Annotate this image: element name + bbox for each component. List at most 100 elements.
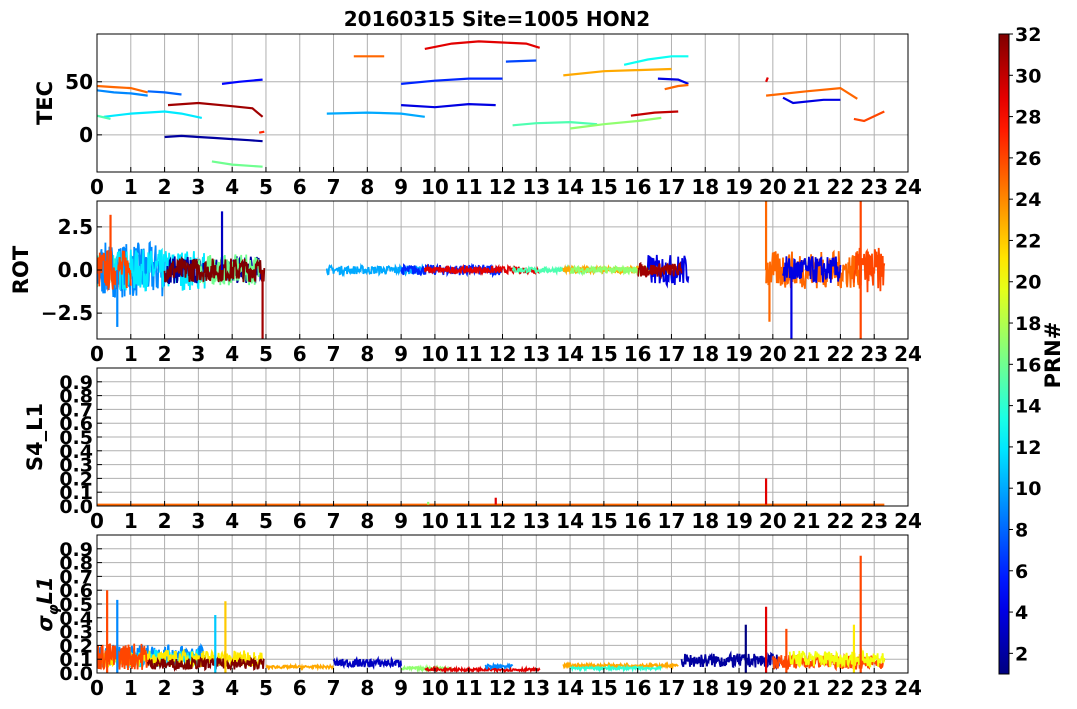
y-axis-label: ROT xyxy=(9,245,33,294)
colorbar-tick-label: 18 xyxy=(1015,313,1041,335)
x-tick-label: 2 xyxy=(158,509,172,533)
series-line-prn-16 xyxy=(211,160,263,168)
y-tick-label: 0.9 xyxy=(59,372,93,394)
x-tick-label: 13 xyxy=(522,676,550,700)
x-tick-label: 17 xyxy=(658,676,686,700)
x-tick-label: 14 xyxy=(556,509,584,533)
series-line-prn-7 xyxy=(505,59,537,63)
colorbar-tick-label: 22 xyxy=(1015,230,1041,252)
x-tick-label: 6 xyxy=(293,509,307,533)
x-tick-label: 16 xyxy=(624,342,652,366)
series-line-prn-4 xyxy=(782,96,841,105)
colorbar-label: PRN# xyxy=(1041,322,1065,389)
x-tick-label: 7 xyxy=(327,509,341,533)
x-tick-label: 14 xyxy=(556,676,584,700)
x-tick-label: 7 xyxy=(327,175,341,199)
x-tick-label: 7 xyxy=(327,342,341,366)
x-tick-label: 3 xyxy=(191,342,205,366)
x-tick-label: 8 xyxy=(360,509,374,533)
x-tick-label: 11 xyxy=(455,509,483,533)
x-tick-label: 2 xyxy=(158,676,172,700)
x-tick-label: 20 xyxy=(759,342,787,366)
series-line-prn-13 xyxy=(623,55,689,66)
series-line-prn-23 xyxy=(563,67,672,77)
x-tick-label: 18 xyxy=(691,509,719,533)
plot-area xyxy=(97,478,885,506)
series-line-prn-25 xyxy=(664,83,689,91)
y-tick-label: 2.5 xyxy=(58,215,93,239)
series-line-prn-6 xyxy=(400,77,503,85)
x-tick-label: 11 xyxy=(455,175,483,199)
x-tick-label: 4 xyxy=(225,509,239,533)
x-tick-label: 1 xyxy=(124,676,138,700)
x-tick-label: 10 xyxy=(421,342,449,366)
x-tick-label: 15 xyxy=(590,676,618,700)
y-tick-label: 0 xyxy=(79,123,93,147)
x-tick-label: 19 xyxy=(725,676,753,700)
x-tick-label: 9 xyxy=(394,509,408,533)
x-tick-label: 22 xyxy=(826,175,854,199)
x-tick-label: 16 xyxy=(624,676,652,700)
x-tick-label: 1 xyxy=(124,175,138,199)
panel-4: 0 1 2 3 4 5 6 7 8 9 10 11 12 13 14 15 16 17 18 19 20 21 22 23 24… xyxy=(33,534,922,700)
x-tick-label: 23 xyxy=(860,175,888,199)
series-line-prn-29 xyxy=(765,77,769,83)
colorbar-tick-label: 8 xyxy=(1015,519,1028,541)
x-tick-label: 13 xyxy=(522,509,550,533)
x-tick-label: 22 xyxy=(826,509,854,533)
x-tick-label: 6 xyxy=(293,676,307,700)
x-tick-label: 23 xyxy=(860,509,888,533)
series-line-prn-2 xyxy=(164,134,263,143)
x-tick-label: 24 xyxy=(894,342,922,366)
x-tick-label: 1 xyxy=(124,509,138,533)
colorbar: 2468101214161820222426283032PRN# xyxy=(998,24,1065,675)
x-tick-label: 3 xyxy=(191,509,205,533)
series-line-prn-4 xyxy=(657,77,689,85)
x-tick-label: 13 xyxy=(522,342,550,366)
x-tick-label: 21 xyxy=(793,676,821,700)
x-tick-label: 5 xyxy=(259,509,273,533)
x-tick-label: 15 xyxy=(590,509,618,533)
series-trace-prn-9 xyxy=(484,662,514,671)
x-tick-label: 24 xyxy=(894,175,922,199)
x-tick-label: 7 xyxy=(327,676,341,700)
x-tick-label: 20 xyxy=(759,175,787,199)
x-tick-label: 5 xyxy=(259,676,273,700)
x-tick-label: 23 xyxy=(860,342,888,366)
colorbar-tick-label: 10 xyxy=(1015,478,1041,500)
x-tick-label: 21 xyxy=(793,342,821,366)
series-line-prn-10 xyxy=(326,111,425,118)
panel-2: 0 1 2 3 4 5 6 7 8 9 10 11 12 13 14 15 16 17 18 19 20 21 22 23 24… xyxy=(9,200,922,366)
plot-area xyxy=(97,40,885,168)
colorbar-tick-label: 2 xyxy=(1015,643,1028,665)
x-tick-label: 8 xyxy=(360,342,374,366)
x-tick-label: 2 xyxy=(158,342,172,366)
y-axis-label: S4_L1 xyxy=(23,403,47,471)
y-axis-label: TEC xyxy=(33,81,57,125)
x-tick-label: 6 xyxy=(293,342,307,366)
x-tick-label: 0 xyxy=(90,342,104,366)
colorbar-tick-label: 32 xyxy=(1015,24,1041,46)
y-tick-label: 50 xyxy=(65,70,93,94)
x-tick-label: 21 xyxy=(793,175,821,199)
x-tick-label: 16 xyxy=(624,175,652,199)
x-tick-label: 2 xyxy=(158,175,172,199)
x-tick-label: 17 xyxy=(658,342,686,366)
x-tick-label: 22 xyxy=(826,342,854,366)
series-line-prn-27 xyxy=(258,130,265,134)
series-line-prn-4 xyxy=(401,102,496,109)
x-tick-label: 9 xyxy=(394,676,408,700)
series-trace-prn-14 xyxy=(569,663,663,673)
x-tick-label: 17 xyxy=(658,509,686,533)
x-tick-label: 19 xyxy=(725,342,753,366)
colorbar-tick-label: 28 xyxy=(1015,107,1041,129)
x-tick-label: 11 xyxy=(455,342,483,366)
series-line-prn-29 xyxy=(424,40,541,50)
x-tick-label: 12 xyxy=(489,342,517,366)
x-tick-label: 5 xyxy=(259,342,273,366)
x-tick-label: 6 xyxy=(293,175,307,199)
y-axis-label: σφL1 xyxy=(33,576,62,631)
panel-1: 0 1 2 3 4 5 6 7 8 9 10 11 12 13 14 15 16 17 18 19 20 21 22 23 24… xyxy=(33,33,922,199)
x-tick-label: 4 xyxy=(225,342,239,366)
x-tick-label: 16 xyxy=(624,509,652,533)
